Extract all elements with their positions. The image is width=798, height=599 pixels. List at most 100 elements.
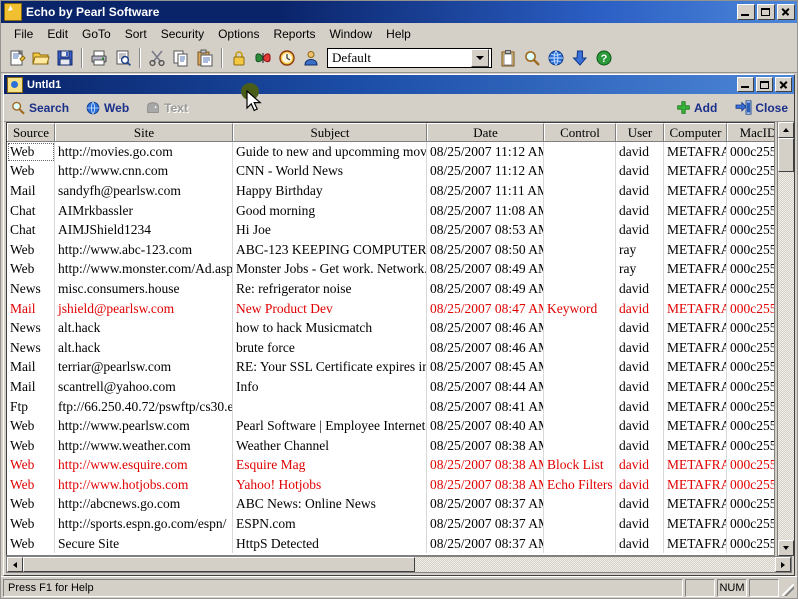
butterfly-icon[interactable] — [251, 47, 275, 70]
table-row[interactable]: Web http://www.weather.com Weather Channel… — [7, 435, 774, 456]
cell-site: http://www.esquire.com — [55, 455, 233, 476]
scroll-left-button[interactable] — [7, 557, 23, 572]
cell-subject: New Product Dev — [233, 298, 427, 319]
scroll-up-button[interactable] — [778, 122, 794, 138]
table-row[interactable]: News misc.consumers.house Re: refrigerator… — [7, 279, 774, 299]
table-row[interactable]: News alt.hack how to hack Musicmatch 08/25/… — [7, 318, 774, 338]
cell-user: david — [616, 377, 664, 397]
cell-subject: brute force — [233, 337, 427, 358]
cell-control: Keyword — [544, 298, 616, 319]
document-close-button[interactable] — [775, 77, 792, 92]
cell-subject: Info — [233, 377, 427, 397]
status-pane-3 — [749, 578, 779, 597]
text-button[interactable]: Text — [145, 100, 188, 116]
menu-item-goto[interactable]: GoTo — [75, 25, 118, 43]
table-row[interactable]: Mail terriar@pearlsw.com RE: Your SSL Cert… — [7, 357, 774, 378]
menu-item-security[interactable]: Security — [154, 25, 211, 43]
grid-header-date[interactable]: Date — [427, 123, 544, 141]
close-button[interactable] — [777, 4, 795, 20]
grid-header-site[interactable]: Site — [55, 123, 233, 141]
cell-user: david — [616, 200, 664, 221]
print-preview-icon[interactable] — [111, 47, 135, 70]
vertical-scroll-thumb[interactable] — [778, 138, 794, 172]
cell-user: david — [616, 416, 664, 436]
grid-header-source[interactable]: Source — [7, 123, 55, 141]
paste-icon[interactable] — [193, 47, 217, 70]
menu-item-help[interactable]: Help — [379, 25, 418, 43]
table-row[interactable]: Mail scantrell@yahoo.com Info 08/25/2007 08… — [7, 377, 774, 397]
table-row[interactable]: Mail sandyfh@pearlsw.com Happy Birthday 08/… — [7, 181, 774, 201]
table-row[interactable]: Web http://movies.go.com Guide to new and … — [7, 142, 774, 162]
cell-user: david — [616, 298, 664, 319]
open-folder-icon[interactable] — [29, 47, 53, 70]
table-row[interactable]: Ftp ftp://66.250.40.72/pswftp/cs30.ex 08/2… — [7, 396, 774, 417]
table-row[interactable]: Web http://sports.espn.go.com/espn/ESPN.c… — [7, 514, 774, 534]
add-button-label: Add — [693, 100, 718, 115]
table-row[interactable]: News alt.hack brute force 08/25/2007 08:46 … — [7, 337, 774, 358]
menu-item-edit[interactable]: Edit — [40, 25, 75, 43]
grid-header-control[interactable]: Control — [544, 123, 616, 141]
grid-header-subject[interactable]: Subject — [233, 123, 427, 141]
table-row[interactable]: Web http://www.hotjobs.com Yahoo! Hotjobs 0… — [7, 475, 774, 495]
padlock-icon[interactable] — [227, 47, 251, 70]
user-icon[interactable] — [299, 47, 323, 70]
copy-icon[interactable] — [169, 47, 193, 70]
table-row[interactable]: Web http://www.esquire.com Esquire Mag 08/2… — [7, 455, 774, 476]
clipboard-icon[interactable] — [496, 47, 520, 70]
add-button[interactable]: Add — [676, 100, 717, 115]
web-button[interactable]: Web — [85, 100, 129, 116]
table-row[interactable]: Web http://www.cnn.com CNN - World News 08/… — [7, 161, 774, 182]
cell-macid: 000c255d08: — [727, 397, 774, 417]
table-row[interactable]: Web http://www.abc-123.com ABC-123 KEEPING… — [7, 239, 774, 260]
grid-header-user[interactable]: User — [616, 123, 664, 141]
scroll-down-button[interactable] — [778, 540, 794, 556]
cut-scissors-icon[interactable] — [145, 47, 169, 70]
clock-icon[interactable] — [275, 47, 299, 70]
menu-item-window[interactable]: Window — [322, 25, 379, 43]
horizontal-scroll-thumb[interactable] — [23, 557, 415, 572]
menu-item-reports[interactable]: Reports — [266, 25, 322, 43]
vertical-scroll-track[interactable] — [778, 138, 794, 540]
horizontal-scrollbar[interactable] — [6, 556, 792, 573]
cell-subject — [233, 396, 427, 417]
cell-control — [544, 514, 616, 534]
document-maximize-button[interactable] — [756, 77, 773, 92]
grid-header-computer[interactable]: Computer — [664, 123, 727, 141]
down-arrow-icon[interactable] — [568, 47, 592, 70]
grid-header-macid[interactable]: MacID — [727, 123, 774, 141]
table-row[interactable]: Web http://abcnews.go.com ABC News: Online… — [7, 494, 774, 515]
document-minimize-button[interactable] — [737, 77, 754, 92]
cell-computer: METAFRA — [664, 142, 727, 162]
profile-combo[interactable]: Default — [327, 48, 492, 68]
new-document-icon[interactable] — [5, 47, 29, 70]
table-row[interactable]: Mail jshield@pearlsw.com New Product Dev 08… — [7, 298, 774, 319]
cell-date: 08/25/2007 08:47 AM — [427, 298, 544, 319]
globe-icon[interactable] — [544, 47, 568, 70]
save-disk-icon[interactable] — [53, 47, 77, 70]
horizontal-scroll-track[interactable] — [415, 557, 775, 572]
table-row[interactable]: Chat AIMJShield1234 Hi Joe 08/25/2007 08:53… — [7, 220, 774, 240]
scroll-right-button[interactable] — [775, 557, 791, 572]
print-icon[interactable] — [87, 47, 111, 70]
minimize-button[interactable] — [737, 4, 755, 20]
grid-body[interactable]: Web http://movies.go.com Guide to new and … — [7, 142, 774, 555]
table-row[interactable]: Web http://www.pearlsw.com Pearl Software … — [7, 416, 774, 436]
table-row[interactable]: Web Secure Site HttpS Detected 08/25/2007 0… — [7, 533, 774, 554]
menu-item-sort[interactable]: Sort — [118, 25, 154, 43]
cell-control — [544, 161, 616, 182]
table-row[interactable]: Chat AIMrkbassler Good morning 08/25/2007 1… — [7, 200, 774, 221]
menu-item-file[interactable]: File — [7, 25, 40, 43]
resize-grip[interactable] — [781, 579, 795, 597]
cell-site: http://movies.go.com — [55, 142, 233, 162]
chevron-down-icon[interactable] — [471, 49, 489, 67]
vertical-scrollbar[interactable] — [777, 122, 794, 556]
close-doc-button[interactable]: Close — [735, 100, 788, 115]
cell-macid: 000c255d08: — [727, 162, 774, 182]
maximize-button[interactable] — [757, 4, 775, 20]
search-button[interactable]: Search — [10, 100, 69, 116]
help-question-icon[interactable]: ? — [592, 47, 616, 70]
table-row[interactable]: Web http://www.monster.com/Ad.asp Monster … — [7, 259, 774, 280]
magnifier-icon[interactable] — [520, 47, 544, 70]
cell-computer: METAFRA — [664, 357, 727, 378]
menu-item-options[interactable]: Options — [211, 25, 266, 43]
